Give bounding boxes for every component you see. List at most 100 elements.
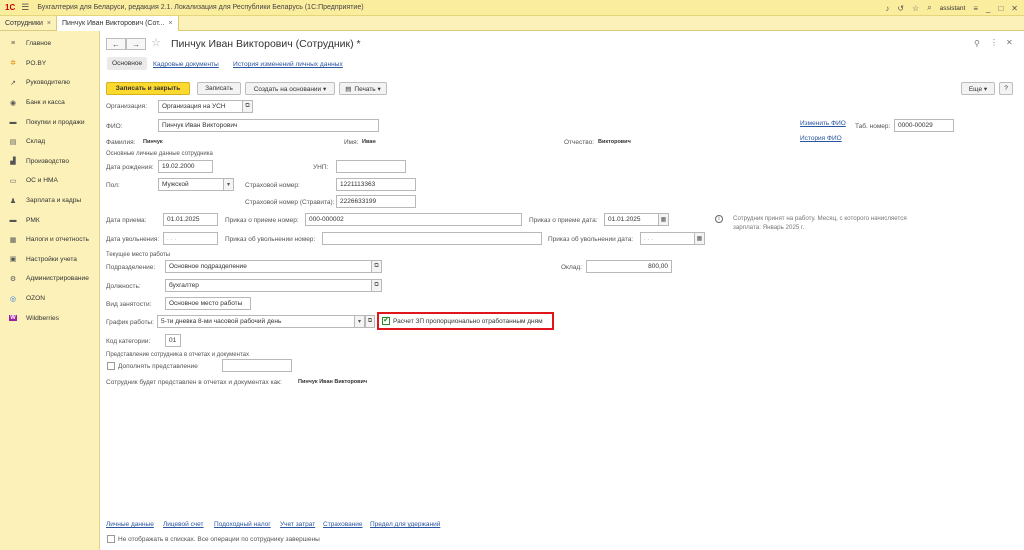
fio-history-link[interactable]: История ФИО xyxy=(800,135,842,142)
more-button[interactable]: Еще ▾ xyxy=(961,82,995,95)
tab-num-field[interactable]: 0000-00029 xyxy=(894,119,954,132)
name-value: Иван xyxy=(362,139,376,145)
category-field[interactable]: 01 xyxy=(165,334,181,347)
dismiss-order-date-field[interactable]: . . . xyxy=(640,232,695,245)
sidebar-item-accounting-settings[interactable]: ▣ Настройки учета xyxy=(0,250,99,270)
schedule-select[interactable]: 5-ти дневка 8-ми часовой рабочий день xyxy=(157,315,355,328)
hire-date-field[interactable]: 01.01.2025 xyxy=(163,213,218,226)
repr-extend-field[interactable] xyxy=(222,359,292,372)
change-fio-link[interactable]: Изменить ФИО xyxy=(800,120,846,127)
sidebar-item-wildberries[interactable]: W Wildberries xyxy=(0,308,99,328)
link-personal-data[interactable]: Личные данные xyxy=(106,521,154,528)
gender-select[interactable]: Мужской xyxy=(158,178,224,191)
close-tab-icon[interactable]: × xyxy=(47,20,51,27)
sidebar-item-ozon[interactable]: ◎ OZON xyxy=(0,289,99,309)
tab-main[interactable]: Основное xyxy=(107,57,148,70)
link-income-tax[interactable]: Подоходный налог xyxy=(214,521,271,528)
hide-employee-checkbox[interactable] xyxy=(107,535,115,543)
sidebar-item-salary[interactable]: ♟ Зарплата и кадры xyxy=(0,191,99,211)
sidebar-item-poby[interactable]: ✲ PO.BY xyxy=(0,54,99,74)
people-icon: ♟ xyxy=(9,197,17,205)
schedule-label: График работы: xyxy=(106,319,154,326)
sidebar-item-pos[interactable]: ▬ РМК xyxy=(0,210,99,230)
close-form-icon[interactable]: ✕ xyxy=(1006,38,1013,47)
back-button[interactable]: ← xyxy=(106,38,126,50)
sidebar-item-purchases[interactable]: ▬ Покупки и продажи xyxy=(0,112,99,132)
calendar-icon[interactable]: ▦ xyxy=(695,232,705,245)
print-button[interactable]: ▤ Печать ▾ xyxy=(339,82,387,95)
link-cost-accounting[interactable]: Учет затрат xyxy=(280,521,315,528)
sidebar-item-taxes[interactable]: ▦ Налоги и отчетность xyxy=(0,230,99,250)
chevron-down-icon[interactable]: ▾ xyxy=(224,178,234,191)
repr-extend-checkbox[interactable] xyxy=(107,362,115,370)
fio-field[interactable]: Пинчук Иван Викторович xyxy=(158,119,379,132)
link-insurance[interactable]: Страхование xyxy=(323,521,363,528)
user-name[interactable]: assistant xyxy=(940,5,966,12)
calendar-icon[interactable]: ▦ xyxy=(659,213,669,226)
save-close-button[interactable]: Записать и закрыть xyxy=(106,82,190,95)
gender-label: Пол: xyxy=(106,182,120,189)
history-icon[interactable]: ↺ xyxy=(897,4,904,13)
forward-button[interactable]: → xyxy=(126,38,146,50)
tab-hr-documents[interactable]: Кадровые документы xyxy=(153,61,219,68)
hide-employee-label: Не отображать в списках. Все операции по… xyxy=(118,536,320,543)
proportional-checkbox[interactable]: ✓ xyxy=(382,315,390,325)
org-field[interactable]: Организация на УСН xyxy=(158,100,243,113)
dismiss-date-field[interactable]: . . . xyxy=(163,232,218,245)
link-deduction-limit[interactable]: Предел для удержаний xyxy=(370,521,440,528)
create-basis-button[interactable]: Создать на основании ▾ xyxy=(245,82,335,95)
dismiss-order-field[interactable] xyxy=(322,232,542,245)
sidebar-item-label: РМК xyxy=(26,216,40,224)
link-personal-account[interactable]: Лицевой счет xyxy=(163,521,204,528)
birth-date-field[interactable]: 19.02.2000 xyxy=(158,160,213,173)
checkmark-icon: ✓ xyxy=(383,315,390,324)
help-button[interactable]: ? xyxy=(999,82,1013,95)
link-icon[interactable]: ⚲ xyxy=(974,39,980,48)
hire-order-date-field[interactable]: 01.01.2025 xyxy=(604,213,659,226)
tab-personal-history[interactable]: История изменений личных данных xyxy=(233,61,343,68)
open-icon[interactable]: ⧉ xyxy=(372,260,382,273)
sidebar-item-manager[interactable]: ↗ Руководителю xyxy=(0,73,99,93)
close-tab-icon[interactable]: × xyxy=(169,20,173,27)
sidebar-item-assets[interactable]: ▭ ОС и НМА xyxy=(0,171,99,191)
hire-order-field[interactable]: 000-000002 xyxy=(305,213,522,226)
position-field[interactable]: бухгалтер xyxy=(165,279,372,292)
save-button[interactable]: Записать xyxy=(197,82,241,95)
surname-value: Пинчук xyxy=(143,139,163,145)
chevron-down-icon[interactable]: ▾ xyxy=(355,315,365,328)
unp-field[interactable] xyxy=(336,160,406,173)
employment-field[interactable]: Основное место работы xyxy=(165,297,251,310)
ins-label: Страховой номер: xyxy=(245,182,300,189)
minimize-icon[interactable]: _ xyxy=(986,4,990,13)
tab-employee-card[interactable]: Пинчук Иван Викторович (Сот... × xyxy=(57,16,179,31)
sidebar-item-warehouse[interactable]: ▤ Склад xyxy=(0,132,99,152)
open-tabs: Сотрудники × Пинчук Иван Викторович (Сот… xyxy=(0,16,1024,31)
open-icon[interactable]: ⧉ xyxy=(365,315,375,328)
sidebar-item-main[interactable]: ≡ Главное xyxy=(0,34,99,54)
sidebar-item-label: Склад xyxy=(26,138,46,146)
tab-employees[interactable]: Сотрудники × xyxy=(0,16,58,31)
sidebar-item-bank[interactable]: ◉ Банк и касса xyxy=(0,93,99,113)
star-icon[interactable]: ☆ xyxy=(912,4,919,13)
info-icon: i xyxy=(715,215,723,223)
more-vertical-icon[interactable]: ⋮ xyxy=(990,38,998,47)
sidebar-item-production[interactable]: ▟ Производство xyxy=(0,152,99,172)
settings-icon[interactable]: ≡ xyxy=(973,4,978,13)
sidebar-item-admin[interactable]: ⚙ Администрирование xyxy=(0,269,99,289)
ins-field[interactable]: 1221113363 xyxy=(336,178,416,191)
factory-icon: ▟ xyxy=(10,158,16,166)
maximize-icon[interactable]: □ xyxy=(998,4,1003,13)
menu-icon[interactable]: ☰ xyxy=(21,2,29,13)
bell-icon[interactable]: ♪ xyxy=(885,4,889,13)
report-icon: ▦ xyxy=(9,236,17,244)
hire-date-label: Дата приема: xyxy=(106,217,147,224)
search-icon[interactable]: ⌕ xyxy=(927,3,931,13)
favorite-star-icon[interactable]: ☆ xyxy=(151,36,161,49)
close-icon[interactable]: ✕ xyxy=(1011,4,1018,13)
dept-field[interactable]: Основное подразделение xyxy=(165,260,372,273)
ins2-field[interactable]: 2226633199 xyxy=(336,195,416,208)
open-icon[interactable]: ⧉ xyxy=(243,100,253,113)
sidebar-item-label: Покупки и продажи xyxy=(26,118,85,126)
open-icon[interactable]: ⧉ xyxy=(372,279,382,292)
salary-field[interactable]: 800,00 xyxy=(586,260,672,273)
